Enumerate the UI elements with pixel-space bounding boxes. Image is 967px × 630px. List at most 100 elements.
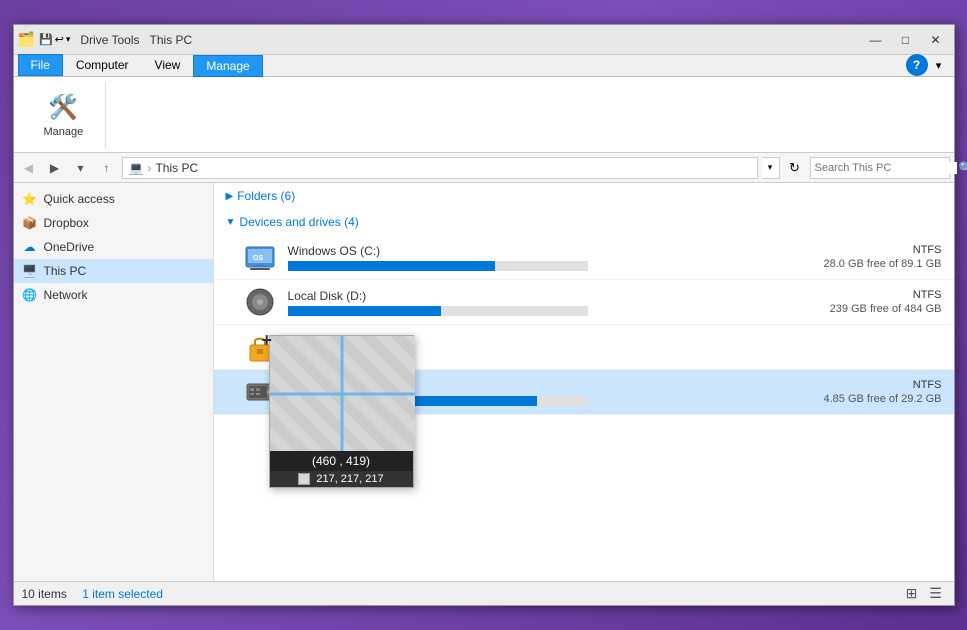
file-explorer-window: 🗂️ 💾 ↩ ▾ Drive Tools This PC — □ ✕ File … bbox=[13, 24, 955, 606]
sidebar-item-quick-access-label: Quick access bbox=[44, 192, 115, 206]
ribbon-manage-section: 🛠️ Manage bbox=[22, 81, 107, 148]
details-view-button[interactable]: ☰ bbox=[926, 584, 946, 604]
drive-g-free: 4.85 GB free of 29.2 GB bbox=[823, 393, 941, 405]
folders-collapse-icon: ▶ bbox=[226, 191, 234, 202]
drive-item-d[interactable]: Local Disk (D:) NTFS 239 GB free of 484 … bbox=[214, 280, 954, 325]
drive-d-fs: NTFS bbox=[913, 289, 942, 301]
window-controls: — □ ✕ bbox=[862, 30, 950, 50]
drive-d-free: 239 GB free of 484 GB bbox=[830, 303, 942, 315]
color-swatch bbox=[298, 473, 310, 485]
tab-view-label: View bbox=[155, 58, 181, 72]
search-input[interactable] bbox=[815, 162, 957, 174]
status-left: 10 items 1 item selected bbox=[22, 587, 163, 601]
coords-text: (460 , 419) bbox=[312, 454, 370, 468]
window-icon: 🗂️ bbox=[18, 31, 35, 48]
refresh-button[interactable]: ↻ bbox=[784, 157, 806, 179]
title-text: This PC bbox=[150, 33, 193, 47]
sidebar-item-onedrive-label: OneDrive bbox=[44, 240, 95, 254]
svg-text:OS: OS bbox=[253, 255, 263, 262]
maximize-button[interactable]: □ bbox=[892, 30, 920, 50]
items-count: 10 items bbox=[22, 587, 67, 601]
magnifier-color-row: 217, 217, 217 bbox=[270, 471, 413, 487]
drive-c-free: 28.0 GB free of 89.1 GB bbox=[823, 258, 941, 270]
drive-d-meta: NTFS 239 GB free of 484 GB bbox=[822, 289, 942, 315]
magnifier-canvas bbox=[270, 336, 415, 451]
sidebar-item-network-label: Network bbox=[44, 288, 88, 302]
sidebar-item-this-pc-label: This PC bbox=[44, 264, 87, 278]
close-button[interactable]: ✕ bbox=[922, 30, 950, 50]
dropbox-icon: 📦 bbox=[22, 215, 38, 231]
tab-computer-label: Computer bbox=[76, 58, 129, 72]
status-right: ⊞ ☰ bbox=[902, 584, 946, 604]
tab-manage[interactable]: Manage bbox=[193, 55, 262, 77]
up-button[interactable]: ↑ bbox=[96, 157, 118, 179]
mag-v-line bbox=[341, 336, 344, 451]
magnifier-coords: (460 , 419) bbox=[270, 451, 413, 471]
tab-file[interactable]: File bbox=[18, 54, 63, 76]
drives-section-header[interactable]: ▼ Devices and drives (4) bbox=[214, 209, 954, 235]
drive-d-fill bbox=[288, 306, 441, 316]
drive-d-name: Local Disk (D:) bbox=[288, 289, 810, 303]
forward-button[interactable]: ▶ bbox=[44, 157, 66, 179]
folders-section-label: Folders (6) bbox=[237, 189, 295, 203]
main-area: ⭐ Quick access 📦 Dropbox ☁ OneDrive 🖥️ T… bbox=[14, 183, 954, 581]
color-values: 217, 217, 217 bbox=[316, 473, 383, 485]
drive-c-fs: NTFS bbox=[913, 244, 942, 256]
title-bar-left: 🗂️ 💾 ↩ ▾ Drive Tools This PC bbox=[18, 31, 862, 48]
drive-d-icon bbox=[244, 286, 276, 318]
search-icon[interactable]: 🔍 bbox=[959, 161, 967, 175]
dropdown-arrow[interactable]: ▾ bbox=[66, 34, 71, 45]
sidebar-item-this-pc[interactable]: 🖥️ This PC bbox=[14, 259, 213, 283]
drive-c-icon: OS bbox=[244, 241, 276, 273]
search-box[interactable]: 🔍 bbox=[810, 157, 950, 179]
sidebar-item-dropbox[interactable]: 📦 Dropbox bbox=[14, 211, 213, 235]
drive-d-info: Local Disk (D:) bbox=[288, 289, 810, 316]
sidebar-item-quick-access[interactable]: ⭐ Quick access bbox=[14, 187, 213, 211]
recent-button[interactable]: ▾ bbox=[70, 157, 92, 179]
list-view-button[interactable]: ⊞ bbox=[902, 584, 922, 604]
sidebar: ⭐ Quick access 📦 Dropbox ☁ OneDrive 🖥️ T… bbox=[14, 183, 214, 581]
drive-e-meta bbox=[822, 346, 942, 348]
back-button[interactable]: ◀ bbox=[18, 157, 40, 179]
title-bar: 🗂️ 💾 ↩ ▾ Drive Tools This PC — □ ✕ bbox=[14, 25, 954, 55]
drive-g-meta: NTFS 4.85 GB free of 29.2 GB bbox=[822, 379, 942, 405]
ribbon-tabs: File Computer View Manage ? ▾ bbox=[14, 55, 954, 77]
drive-tools-label: Drive Tools bbox=[80, 33, 139, 47]
folders-section-header[interactable]: ▶ Folders (6) bbox=[214, 183, 954, 209]
help-button[interactable]: ? bbox=[906, 54, 928, 76]
drive-c-bar bbox=[288, 261, 588, 271]
drive-item-c[interactable]: OS Windows OS (C:) NTFS 28.0 GB free of … bbox=[214, 235, 954, 280]
manage-label: Manage bbox=[44, 126, 84, 138]
drives-section-label: Devices and drives (4) bbox=[239, 215, 358, 229]
this-pc-icon: 🖥️ bbox=[22, 263, 38, 279]
drive-c-info: Windows OS (C:) bbox=[288, 244, 810, 271]
quick-access-icon: ⭐ bbox=[22, 191, 38, 207]
address-path-bar[interactable]: 💻 › This PC bbox=[122, 157, 758, 179]
tab-computer[interactable]: Computer bbox=[63, 54, 142, 76]
undo-icon[interactable]: ↩ bbox=[55, 33, 64, 46]
tab-manage-label: Manage bbox=[206, 59, 249, 73]
manage-drive-btn[interactable]: 🛠️ Manage bbox=[38, 90, 90, 140]
sidebar-item-dropbox-label: Dropbox bbox=[44, 216, 89, 230]
sidebar-item-network[interactable]: 🌐 Network bbox=[14, 283, 213, 307]
status-bar: 10 items 1 item selected ⊞ ☰ bbox=[14, 581, 954, 605]
network-icon: 🌐 bbox=[22, 287, 38, 303]
path-pc-icon: 💻 bbox=[129, 161, 144, 175]
manage-icon: 🛠️ bbox=[47, 92, 79, 124]
drive-c-name: Windows OS (C:) bbox=[288, 244, 810, 258]
address-bar: ◀ ▶ ▾ ↑ 💻 › This PC ▾ ↻ 🔍 bbox=[14, 153, 954, 183]
tab-view[interactable]: View bbox=[142, 54, 194, 76]
magnifier-tooltip: (460 , 419) 217, 217, 217 bbox=[269, 335, 414, 488]
drive-c-fill bbox=[288, 261, 495, 271]
drive-d-bar bbox=[288, 306, 588, 316]
minimize-button[interactable]: — bbox=[862, 30, 890, 50]
drives-collapse-icon: ▼ bbox=[226, 217, 236, 228]
address-dropdown[interactable]: ▾ bbox=[762, 157, 780, 179]
drive-g-fs: NTFS bbox=[913, 379, 942, 391]
save-icon[interactable]: 💾 bbox=[39, 33, 53, 46]
path-arrow: › bbox=[147, 161, 151, 175]
sidebar-item-onedrive[interactable]: ☁ OneDrive bbox=[14, 235, 213, 259]
ribbon-toggle[interactable]: ▾ bbox=[928, 54, 950, 76]
tab-file-label: File bbox=[31, 58, 50, 72]
onedrive-icon: ☁ bbox=[22, 239, 38, 255]
